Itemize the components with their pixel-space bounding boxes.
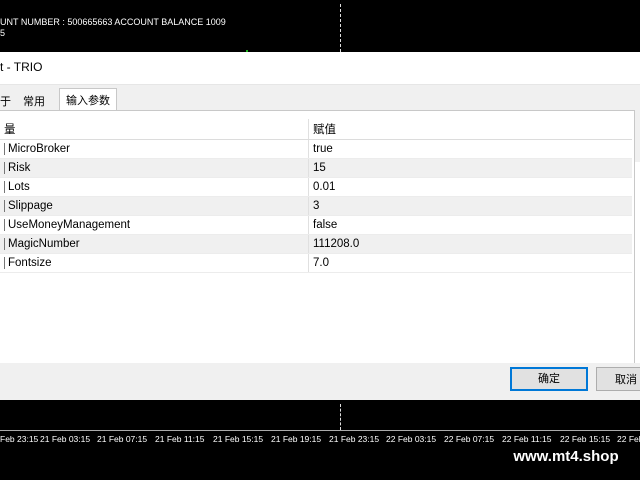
time-tick-label: 22 Feb 11:15 — [502, 434, 552, 444]
parameter-value[interactable]: 111208.0 — [308, 234, 632, 254]
time-tick-label: 21 Feb 07:15 — [97, 434, 148, 444]
account-info-line-2: 5 — [0, 28, 6, 38]
parameter-name: Fontsize — [8, 257, 52, 270]
time-axis-line — [0, 430, 640, 431]
parameter-name: UseMoneyManagement — [8, 219, 131, 232]
table-row[interactable]: Lots 0.01 — [0, 177, 632, 197]
parameter-value[interactable]: 7.0 — [308, 253, 632, 273]
column-header-variable[interactable]: 量 — [0, 119, 309, 140]
parameter-icon — [4, 237, 5, 250]
table-row[interactable]: Risk 15 — [0, 158, 632, 178]
parameter-icon — [4, 180, 5, 193]
dialog-title: t - TRIO — [0, 60, 43, 74]
parameter-value[interactable]: 15 — [308, 158, 632, 178]
inputs-panel: 量 赋值 MicroBroker true Risk 15 Lots 0.01 … — [0, 110, 635, 365]
parameter-icon — [4, 199, 5, 212]
parameter-name: Risk — [8, 162, 31, 175]
parameter-icon — [4, 218, 5, 231]
table-row[interactable]: UseMoneyManagement false — [0, 215, 632, 235]
parameter-name: MicroBroker — [8, 143, 70, 156]
time-tick-label: 22 Feb 03:15 — [386, 434, 437, 444]
parameter-value[interactable]: 0.01 — [308, 177, 632, 197]
parameter-value[interactable]: 3 — [308, 196, 632, 216]
table-row[interactable]: MicroBroker true — [0, 139, 632, 159]
chart-period-separator — [340, 4, 341, 52]
dialog-title-bar[interactable]: t - TRIO — [0, 52, 640, 85]
column-header-value[interactable]: 赋值 — [308, 119, 632, 140]
cancel-button[interactable]: 取消 — [596, 367, 640, 391]
parameter-icon — [4, 161, 5, 174]
account-info-line: UNT NUMBER : 500665663 ACCOUNT BALANCE 1… — [0, 17, 226, 27]
chart-period-separator — [340, 404, 341, 430]
parameter-value[interactable]: true — [308, 139, 632, 159]
table-header-row: 量 赋值 — [0, 119, 632, 140]
time-tick-label: 21 Feb 23:15 — [329, 434, 380, 444]
dialog-button-row: 确定 取消 — [0, 363, 640, 400]
time-tick-label: 21 Feb 15:15 — [213, 434, 264, 444]
parameter-name: MagicNumber — [8, 238, 80, 251]
chart-top-area: UNT NUMBER : 500665663 ACCOUNT BALANCE 1… — [0, 0, 640, 53]
table-row[interactable]: MagicNumber 111208.0 — [0, 234, 632, 254]
expert-properties-dialog: t - TRIO 于 常用 输入参数 量 赋值 MicroBroker true… — [0, 52, 640, 400]
parameter-value[interactable]: false — [308, 215, 632, 235]
time-tick-label: 21 Feb 19:15 — [271, 434, 322, 444]
parameter-icon — [4, 142, 5, 155]
parameter-name: Slippage — [8, 200, 53, 213]
inputs-table: 量 赋值 MicroBroker true Risk 15 Lots 0.01 … — [0, 119, 632, 273]
time-tick-label: 22 Feb 1 — [617, 434, 640, 444]
table-row[interactable]: Slippage 3 — [0, 196, 632, 216]
parameter-name: Lots — [8, 181, 30, 194]
time-tick-label: Feb 23:15 — [0, 434, 39, 444]
site-watermark: www.mt4.shop — [496, 444, 636, 470]
ok-button[interactable]: 确定 — [510, 367, 588, 391]
time-tick-label: 21 Feb 03:15 — [40, 434, 91, 444]
parameter-icon — [4, 256, 5, 269]
time-tick-label: 22 Feb 07:15 — [444, 434, 495, 444]
time-tick-label: 22 Feb 15:15 — [560, 434, 611, 444]
table-row[interactable]: Fontsize 7.0 — [0, 253, 632, 273]
time-tick-label: 21 Feb 11:15 — [155, 434, 205, 444]
